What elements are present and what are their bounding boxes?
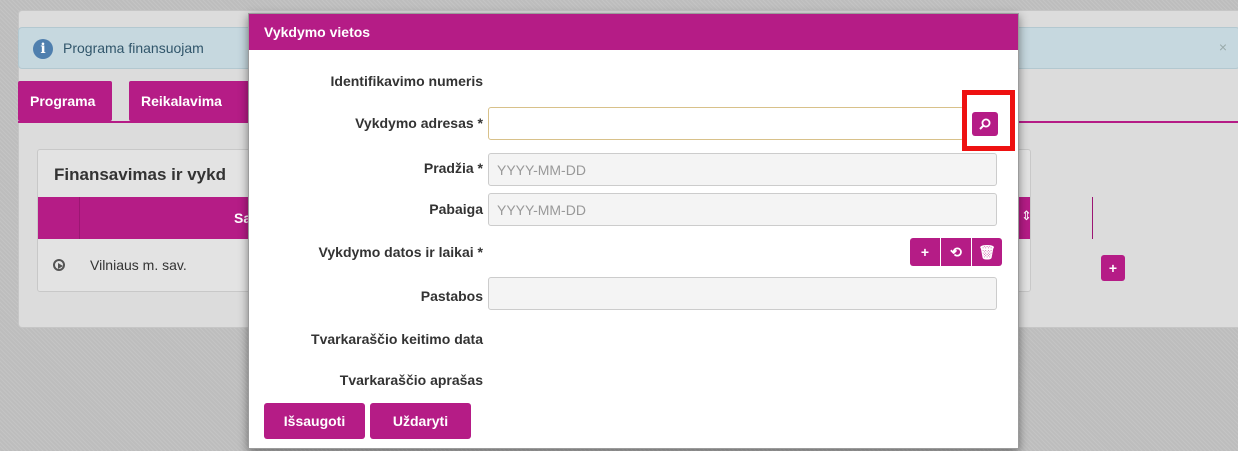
close-button[interactable]: Uždaryti — [370, 403, 471, 439]
card-title: Finansavimas ir vykd — [54, 165, 226, 184]
start-label: Pradžia * — [423, 160, 483, 176]
add-date-button[interactable]: + — [910, 238, 940, 266]
search-icon — [979, 118, 991, 130]
dates-label: Vykdymo datos ir laikai * — [318, 244, 483, 260]
schedule-change-label: Tvarkaraščio keitimo data — [311, 331, 483, 347]
refresh-dates-button[interactable]: ⟲ — [941, 238, 971, 266]
end-label: Pabaiga — [429, 201, 483, 217]
modal-title: Vykdymo vietos — [249, 14, 1018, 50]
address-input[interactable] — [488, 107, 964, 140]
address-label: Vykdymo adresas * — [355, 115, 483, 131]
alert-text: Programa finansuojam — [63, 40, 204, 56]
column-separator — [79, 197, 80, 239]
tab-programa[interactable]: Programa — [18, 81, 112, 121]
info-icon: i — [33, 39, 53, 59]
end-date-input[interactable] — [488, 193, 997, 226]
address-search-button[interactable] — [972, 112, 998, 136]
plus-icon: + — [920, 244, 930, 260]
schedule-description-label: Tvarkaraščio aprašas — [339, 372, 483, 388]
refresh-icon: ⟲ — [950, 244, 962, 260]
save-button[interactable]: Išsaugoti — [264, 403, 365, 439]
close-icon[interactable]: × — [1219, 39, 1227, 55]
id-label: Identifikavimo numeris — [330, 73, 483, 89]
row-add-button[interactable]: + — [1101, 255, 1125, 281]
row-municipality: Vilniaus m. sav. — [90, 257, 187, 273]
trash-icon: 🗑 — [978, 244, 996, 260]
sort-icon[interactable]: ⇕ — [1021, 208, 1032, 224]
notes-input[interactable] — [488, 277, 997, 310]
notes-label: Pastabos — [420, 288, 483, 304]
start-date-input[interactable] — [488, 153, 997, 186]
delete-dates-button[interactable]: 🗑 — [972, 238, 1002, 266]
tab-reikalavimai[interactable]: Reikalavima — [129, 81, 259, 121]
column-separator — [1092, 197, 1093, 239]
modal-dialog: Vykdymo vietos Identifikavimo numeris Vy… — [248, 13, 1019, 449]
expand-icon[interactable] — [53, 259, 65, 271]
